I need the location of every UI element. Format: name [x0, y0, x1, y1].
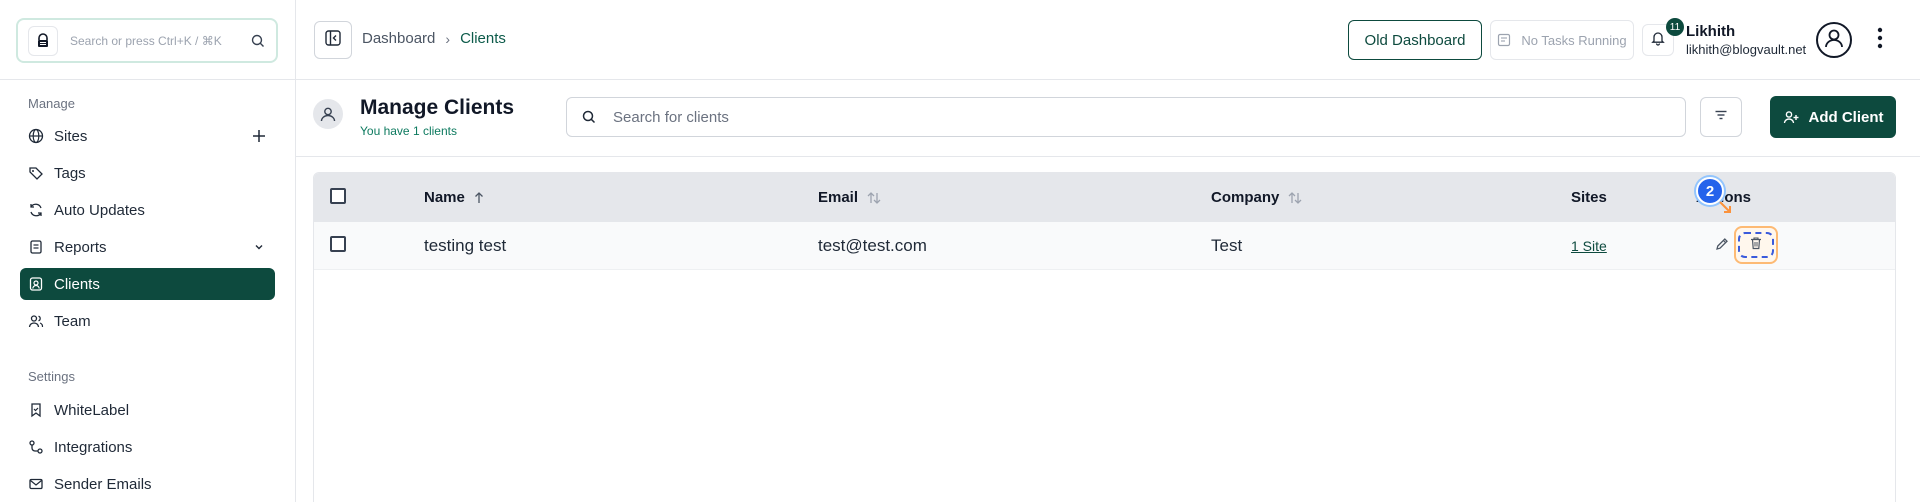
team-icon	[28, 313, 44, 329]
tasks-label: No Tasks Running	[1521, 32, 1627, 48]
table-row[interactable]: testing test test@test.com Test 1 Site	[314, 222, 1895, 270]
clients-table: Name Email Company Sites Actions 2 testi…	[313, 172, 1896, 502]
global-search-placeholder: Search or press Ctrl+K / ⌘K	[70, 33, 222, 48]
sidebar-item-label: Auto Updates	[54, 201, 145, 219]
column-header-email[interactable]: Email	[818, 189, 882, 206]
column-header-label: Name	[424, 189, 465, 206]
sidebar-item-integrations[interactable]: Integrations	[20, 431, 275, 463]
sidebar-item-label: Clients	[54, 275, 100, 293]
sidebar-collapse-button[interactable]	[314, 21, 352, 59]
pencil-icon	[1714, 236, 1730, 257]
sidebar-item-reports[interactable]: Reports	[20, 231, 275, 263]
add-client-button[interactable]: Add Client	[1770, 96, 1896, 138]
more-options-button[interactable]	[1876, 27, 1884, 54]
filter-button[interactable]	[1700, 97, 1742, 137]
client-icon	[28, 276, 44, 292]
sidebar-divider	[0, 79, 296, 80]
filter-icon	[1713, 107, 1729, 128]
client-name-cell: testing test	[424, 236, 507, 255]
kebab-menu-icon	[1877, 27, 1883, 54]
app-root: Search or press Ctrl+K / ⌘K Manage Sites…	[0, 0, 1920, 502]
client-sites-link[interactable]: 1 Site	[1571, 238, 1607, 254]
sort-icon[interactable]	[866, 191, 882, 205]
global-search[interactable]: Search or press Ctrl+K / ⌘K	[16, 18, 278, 63]
column-header-label: Company	[1211, 189, 1280, 206]
delete-client-button[interactable]	[1734, 226, 1778, 264]
edit-client-button[interactable]	[1711, 235, 1733, 257]
clients-user-icon	[313, 99, 343, 129]
bookmark-icon	[28, 402, 44, 418]
column-header-label: Sites	[1571, 189, 1607, 206]
step-pointer-arrow-icon	[1719, 201, 1731, 213]
search-icon	[581, 109, 597, 125]
sort-ascending-icon[interactable]	[473, 191, 485, 205]
tasks-icon	[1497, 33, 1511, 47]
panel-collapse-icon	[324, 29, 342, 52]
old-dashboard-button[interactable]: Old Dashboard	[1348, 20, 1482, 60]
user-email: likhith@blogvault.net	[1686, 42, 1807, 57]
trash-icon	[1749, 236, 1763, 255]
breadcrumb-separator: ›	[445, 30, 451, 47]
table-header: Name Email Company Sites Actions 2	[314, 173, 1895, 222]
sidebar-item-label: WhiteLabel	[54, 401, 130, 419]
tasks-status-button[interactable]: No Tasks Running	[1490, 20, 1634, 60]
sidebar-item-label: Sender Emails	[54, 475, 152, 493]
row-checkbox[interactable]	[330, 236, 346, 252]
sidebar-item-whitelabel[interactable]: WhiteLabel	[20, 394, 275, 426]
search-icon	[250, 33, 266, 49]
settings-heading: Settings	[28, 369, 75, 384]
sidebar-item-label: Sites	[54, 127, 88, 145]
bell-icon	[1650, 30, 1666, 51]
sidebar-item-label: Tags	[54, 164, 86, 182]
tags-icon	[28, 165, 44, 181]
select-all-checkbox[interactable]	[330, 188, 346, 204]
breadcrumb-dashboard[interactable]: Dashboard	[362, 30, 435, 47]
column-header-label: Email	[818, 189, 859, 206]
page-title: Manage Clients	[360, 96, 515, 119]
user-name: Likhith	[1686, 23, 1736, 40]
globe-icon	[28, 128, 44, 144]
client-search-input[interactable]	[613, 108, 1671, 126]
sort-icon[interactable]	[1287, 191, 1303, 205]
chevron-down-icon[interactable]	[251, 239, 267, 255]
top-bar: Dashboard › Clients Old Dashboard No Tas…	[296, 0, 1920, 80]
mail-icon	[28, 476, 44, 492]
sidebar-item-team[interactable]: Team	[20, 305, 275, 337]
sidebar-item-sites[interactable]: Sites	[20, 120, 275, 152]
sidebar-item-label: Team	[54, 312, 91, 330]
column-header-sites: Sites	[1571, 189, 1607, 206]
sidebar-item-label: Reports	[54, 238, 107, 256]
add-site-plus-icon[interactable]	[251, 128, 267, 144]
sidebar-item-auto-updates[interactable]: Auto Updates	[20, 194, 275, 226]
user-info[interactable]: Likhith likhith@blogvault.net	[1686, 23, 1806, 57]
delete-highlight-frame	[1738, 232, 1774, 258]
sidebar: Search or press Ctrl+K / ⌘K Manage Sites…	[0, 0, 296, 502]
client-search-box[interactable]	[566, 97, 1686, 137]
client-company-cell: Test	[1211, 236, 1243, 255]
add-client-label: Add Client	[1808, 108, 1884, 126]
sidebar-item-label: Integrations	[54, 438, 133, 456]
user-avatar-icon	[1821, 25, 1847, 56]
sidebar-item-tags[interactable]: Tags	[20, 157, 275, 189]
avatar[interactable]	[1816, 22, 1852, 58]
breadcrumb: Dashboard › Clients	[362, 30, 506, 47]
add-user-icon	[1783, 109, 1799, 125]
client-email-cell: test@test.com	[818, 236, 927, 255]
integrations-icon	[28, 439, 44, 455]
refresh-icon	[28, 202, 44, 218]
blogvault-logo-icon[interactable]	[28, 25, 58, 56]
notification-count-badge: 11	[1666, 18, 1684, 36]
manage-heading: Manage	[28, 96, 75, 111]
column-header-company[interactable]: Company	[1211, 189, 1303, 206]
sidebar-item-sender-emails[interactable]: Sender Emails	[20, 468, 275, 500]
client-count-subtitle: You have 1 clients	[360, 124, 457, 138]
column-header-name[interactable]: Name	[424, 189, 485, 206]
breadcrumb-clients[interactable]: Clients	[460, 30, 506, 47]
sidebar-item-clients[interactable]: Clients	[20, 268, 275, 300]
page-header: Manage Clients You have 1 clients Add Cl…	[296, 80, 1920, 157]
report-icon	[28, 239, 44, 255]
